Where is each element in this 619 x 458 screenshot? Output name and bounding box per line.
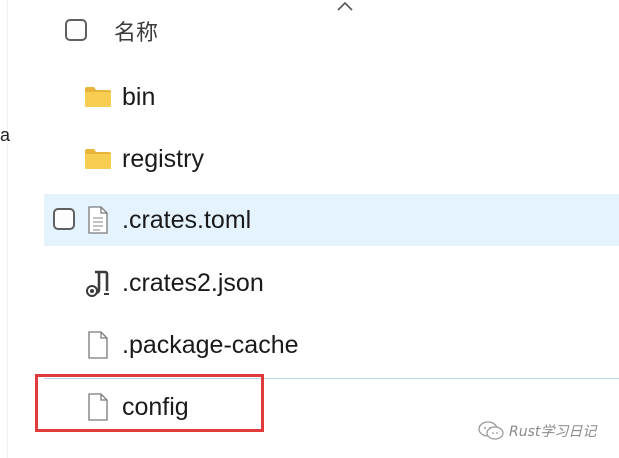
text-file-icon [84,205,112,235]
watermark: Rust学习日记 [478,421,596,441]
file-row-registry[interactable]: registry [44,133,619,185]
folder-icon [84,144,112,174]
wechat-icon [478,421,504,440]
blank-file-icon [84,330,112,360]
file-row-package-cache[interactable]: .package-cache [44,319,619,371]
json-file-icon [84,268,112,298]
file-name-label: registry [122,145,204,173]
row-checkbox[interactable] [53,208,75,230]
name-column-header[interactable]: 名称 [114,15,158,47]
left-pane-separator [7,0,8,458]
column-header: 名称 [44,0,619,62]
select-all-checkbox[interactable] [65,19,87,41]
file-name-label: .package-cache [122,331,299,359]
annotation-highlight-box [35,374,264,432]
folder-icon [84,82,112,112]
watermark-text: Rust学习日记 [509,424,597,440]
file-name-label: bin [122,83,156,111]
file-row-bin[interactable]: bin [44,71,619,123]
file-row-crates2-json[interactable]: .crates2.json [44,257,619,309]
file-row-crates-toml[interactable]: .crates.toml [44,194,619,246]
left-pane-text-fragment: a [0,125,11,145]
file-name-label: .crates.toml [122,206,252,234]
file-name-label: .crates2.json [122,269,264,297]
